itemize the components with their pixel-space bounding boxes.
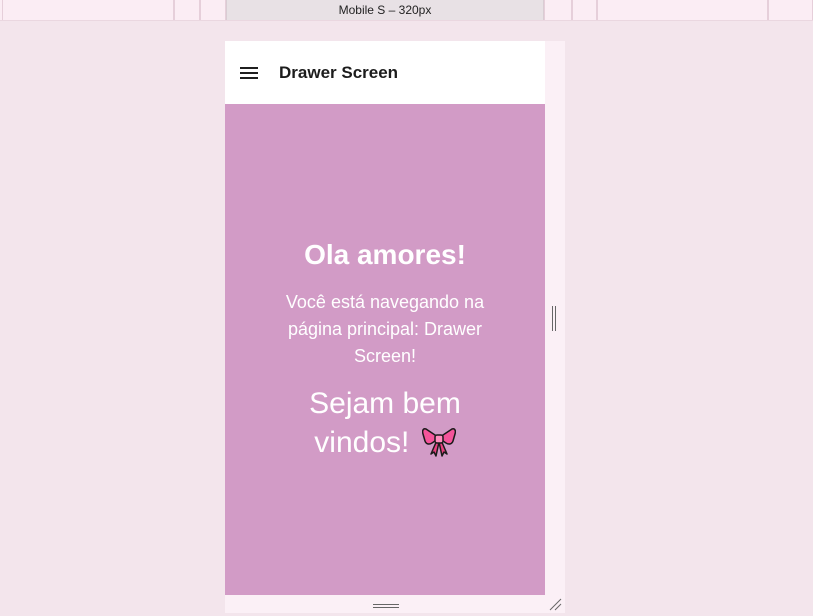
device-frame: Drawer Screen Ola amores! Você está nave…: [225, 41, 565, 613]
app-screen: Drawer Screen Ola amores! Você está nave…: [225, 41, 545, 595]
welcome-message: Sejam bem vindos!: [280, 384, 490, 467]
header-title: Drawer Screen: [279, 62, 399, 82]
headline: Ola amores!: [304, 239, 466, 270]
ruler-segment-tablet[interactable]: [768, 0, 813, 20]
app-header: Drawer Screen: [225, 41, 545, 104]
ruler-segment-mobile-m-right[interactable]: [572, 0, 597, 20]
ruler-segment-mobile-s-right[interactable]: [544, 0, 572, 20]
ruler-segment-mobile-s-left[interactable]: [200, 0, 226, 20]
ruler-segment-mobile-l-right[interactable]: [597, 0, 768, 20]
responsive-ruler: Mobile S – 320px: [0, 0, 813, 21]
ribbon-bow-icon: [421, 425, 456, 467]
resize-handle-width[interactable]: [551, 306, 557, 331]
resize-corner-icon[interactable]: [548, 597, 562, 611]
main-content: Ola amores! Você está navegando na págin…: [225, 104, 545, 595]
ruler-active-mobile-s[interactable]: Mobile S – 320px: [226, 0, 544, 20]
resize-handle-height[interactable]: [373, 603, 399, 609]
hamburger-menu-icon[interactable]: [240, 61, 264, 85]
ruler-segment-mobile-l[interactable]: [2, 0, 174, 20]
ruler-segment-mobile-m[interactable]: [174, 0, 200, 20]
ruler-active-label: Mobile S – 320px: [338, 3, 432, 17]
subtitle: Você está navegando na página principal:…: [285, 292, 485, 366]
